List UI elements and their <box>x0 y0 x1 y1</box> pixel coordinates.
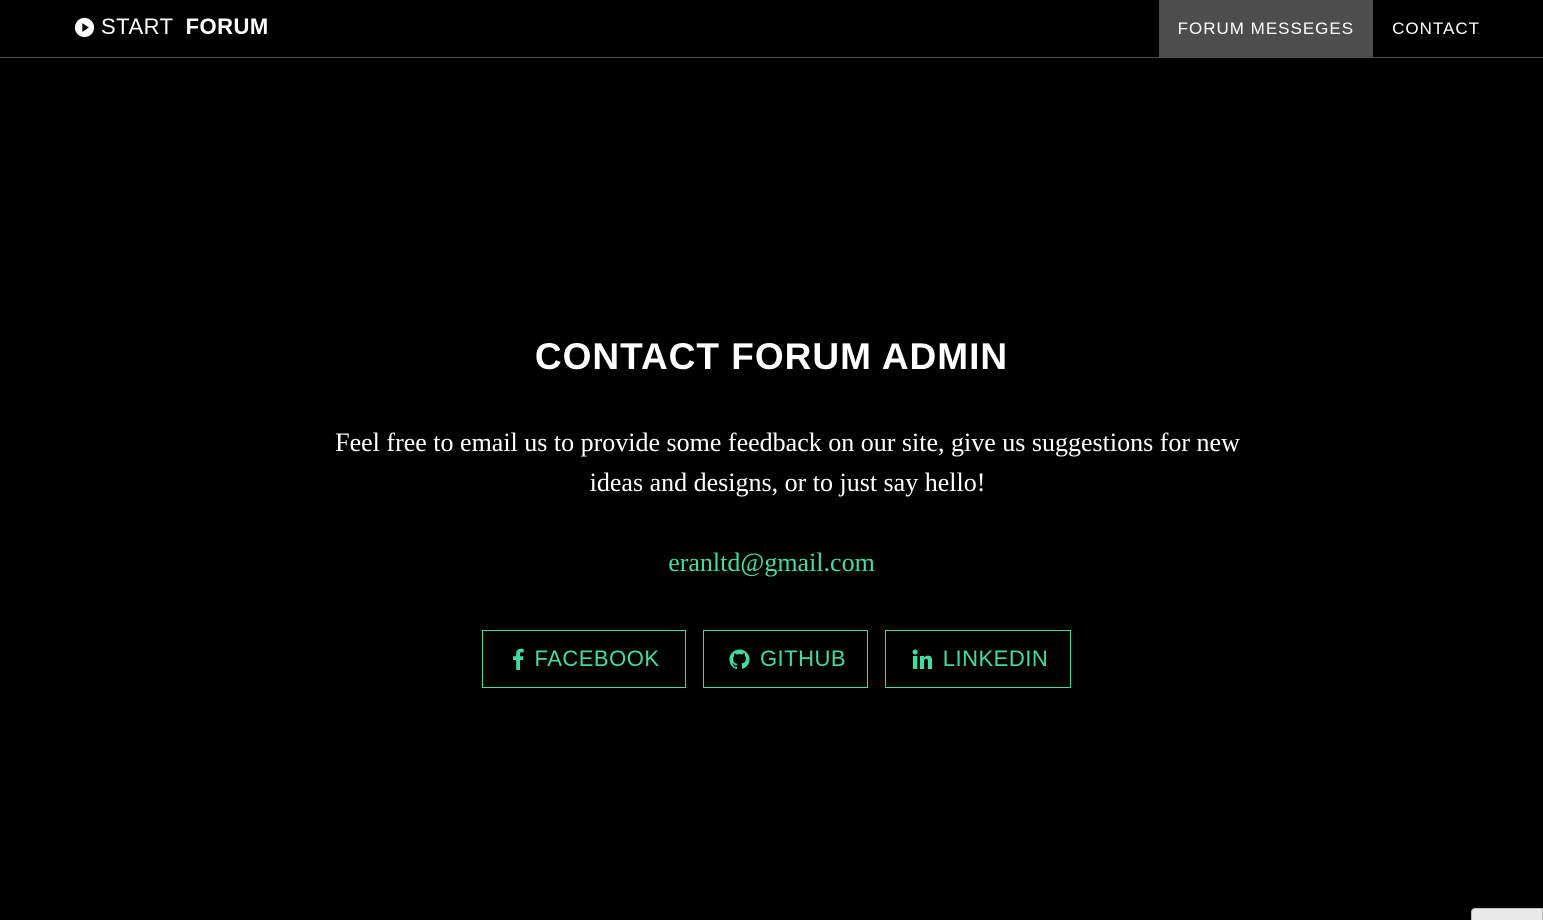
linkedin-label: LINKEDIN <box>942 646 1049 671</box>
brand-link[interactable]: START FORUM <box>74 0 269 54</box>
facebook-icon <box>512 648 525 670</box>
brand-text-start: START <box>101 14 174 39</box>
brand-text-forum: FORUM <box>185 14 269 39</box>
github-label: GITHUB <box>759 646 847 671</box>
navbar: START FORUM FORUM MESSEGES CONTACT <box>0 0 1543 58</box>
social-buttons: FACEBOOK GITHUB LINKEDIN <box>0 630 1543 688</box>
linkedin-icon <box>912 649 933 669</box>
email-link[interactable]: eranltd@gmail.com <box>0 548 1543 578</box>
nav-links: FORUM MESSEGES CONTACT <box>1158 0 1499 58</box>
nav-link-contact[interactable]: CONTACT <box>1373 0 1499 58</box>
github-button[interactable]: GITHUB <box>703 630 868 688</box>
nav-link-forum-messeges[interactable]: FORUM MESSEGES <box>1158 0 1374 58</box>
contact-section: CONTACT FORUM ADMIN Feel free to email u… <box>0 58 1543 920</box>
contact-blurb: Feel free to email us to provide some fe… <box>335 428 1240 497</box>
page-title: CONTACT FORUM ADMIN <box>534 336 1009 377</box>
facebook-button[interactable]: FACEBOOK <box>482 630 686 688</box>
corner-widget-tab[interactable] <box>1471 908 1543 920</box>
play-circle-icon <box>74 17 95 38</box>
facebook-label: FACEBOOK <box>534 646 660 671</box>
linkedin-button[interactable]: LINKEDIN <box>885 630 1071 688</box>
github-icon <box>729 648 750 670</box>
